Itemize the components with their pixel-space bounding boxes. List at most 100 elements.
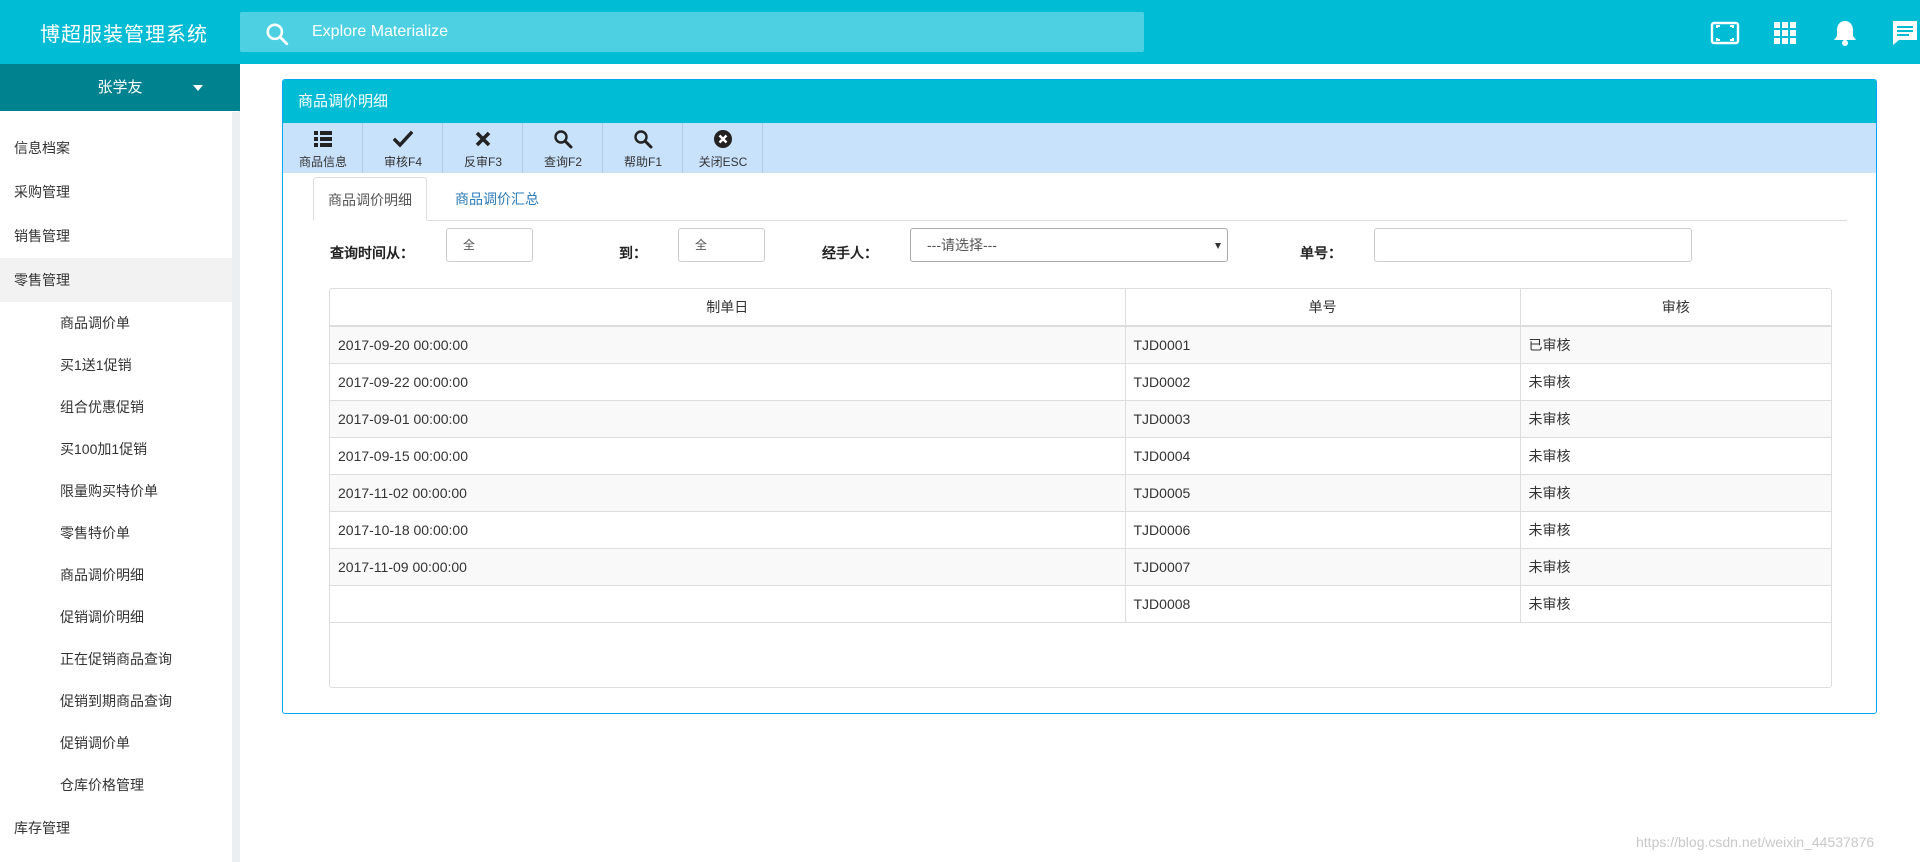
table-header-row: 制单日 单号 审核 xyxy=(330,289,1831,327)
table-row[interactable]: 2017-11-09 00:00:00 TJD0007 未审核 xyxy=(330,548,1831,586)
search-input[interactable]: Explore Materialize xyxy=(312,12,448,52)
unapprove-button[interactable]: 反审F3 xyxy=(443,123,523,173)
user-name: 张学友 xyxy=(97,79,143,96)
to-date-input[interactable]: 全 xyxy=(678,228,765,262)
sidebar-subitem[interactable]: 买100加1促销 xyxy=(0,428,232,470)
watermark: https://blog.csdn.net/weixin_44537876 xyxy=(1636,834,1875,850)
top-bar: 博超服装管理系统 Explore Materialize xyxy=(0,0,1920,64)
sidebar-item-info-archive[interactable]: 信息档案 xyxy=(0,126,232,170)
cell-approval: 未审核 xyxy=(1520,585,1831,623)
approve-button[interactable]: 审核F4 xyxy=(363,123,443,173)
from-date-input[interactable]: 全 xyxy=(446,228,533,262)
sidebar-menu: 信息档案 采购管理 销售管理 零售管理 商品调价单 买1送1促销 组合优惠促销 … xyxy=(0,126,232,850)
search-icon xyxy=(634,130,653,149)
panel-title: 商品调价明细 xyxy=(283,80,1876,123)
sidebar-subitem[interactable]: 促销调价明细 xyxy=(0,596,232,638)
cell-number: TJD0004 xyxy=(1125,437,1521,475)
cell-date: 2017-11-09 00:00:00 xyxy=(330,548,1126,586)
check-icon xyxy=(393,130,413,148)
cell-number: TJD0002 xyxy=(1125,363,1521,401)
query-button[interactable]: 查询F2 xyxy=(523,123,603,173)
tab-bar: 商品调价明细 商品调价汇总 xyxy=(313,177,1847,221)
sidebar-subitem[interactable]: 正在促销商品查询 xyxy=(0,638,232,680)
sidebar-item-sales[interactable]: 销售管理 xyxy=(0,214,232,258)
cell-approval: 已审核 xyxy=(1520,326,1831,364)
cell-date: 2017-11-02 00:00:00 xyxy=(330,474,1126,512)
column-header-number[interactable]: 单号 xyxy=(1125,289,1521,327)
sidebar-subitem[interactable]: 商品调价单 xyxy=(0,302,232,344)
user-dropdown[interactable]: 张学友 xyxy=(0,64,240,111)
cell-approval: 未审核 xyxy=(1520,437,1831,475)
data-table: 制单日 单号 审核 2017-09-20 00:00:00 TJD0001 已审… xyxy=(329,288,1832,688)
handler-select[interactable]: ---请选择--- xyxy=(910,228,1228,262)
cell-date: 2017-09-01 00:00:00 xyxy=(330,400,1126,438)
handler-select-value: ---请选择--- xyxy=(927,237,997,253)
order-number-input[interactable] xyxy=(1374,228,1692,262)
close-button[interactable]: 关闭ESC xyxy=(683,123,763,173)
toolbar-label: 关闭ESC xyxy=(698,155,748,169)
column-header-date[interactable]: 制单日 xyxy=(330,289,1126,327)
sidebar-item-inventory[interactable]: 库存管理 xyxy=(0,806,232,850)
cell-number: TJD0005 xyxy=(1125,474,1521,512)
toolbar-label: 反审F3 xyxy=(463,155,502,169)
sidebar: 张学友 信息档案 采购管理 销售管理 零售管理 商品调价单 买1送1促销 组合优… xyxy=(0,64,240,862)
sidebar-subitem[interactable]: 组合优惠促销 xyxy=(0,386,232,428)
column-header-approval[interactable]: 审核 xyxy=(1520,289,1831,327)
cell-approval: 未审核 xyxy=(1520,363,1831,401)
sidebar-subitem[interactable]: 商品调价明细 xyxy=(0,554,232,596)
toolbar-label: 商品信息 xyxy=(298,155,347,169)
table-row[interactable]: 2017-09-01 00:00:00 TJD0003 未审核 xyxy=(330,400,1831,438)
cell-number: TJD0003 xyxy=(1125,400,1521,438)
toolbar-label: 查询F2 xyxy=(543,155,582,169)
product-info-button[interactable]: 商品信息 xyxy=(283,123,363,173)
tab-price-adjust-summary[interactable]: 商品调价汇总 xyxy=(441,177,553,221)
cell-date xyxy=(330,585,1126,623)
cell-date: 2017-09-22 00:00:00 xyxy=(330,363,1126,401)
toolbar-label: 审核F4 xyxy=(383,155,422,169)
table-row[interactable]: 2017-09-20 00:00:00 TJD0001 已审核 xyxy=(330,326,1831,364)
dropdown-arrow-icon xyxy=(1215,243,1221,249)
sidebar-subitem[interactable]: 限量购买特价单 xyxy=(0,470,232,512)
sidebar-subitem[interactable]: 促销到期商品查询 xyxy=(0,680,232,722)
sidebar-subitem[interactable]: 仓库价格管理 xyxy=(0,764,232,806)
sidebar-item-retail[interactable]: 零售管理 xyxy=(0,258,232,302)
cell-date: 2017-09-20 00:00:00 xyxy=(330,326,1126,364)
chat-icon[interactable] xyxy=(1890,18,1920,48)
from-date-label: 查询时间从： xyxy=(330,245,414,261)
notifications-icon[interactable] xyxy=(1830,18,1860,48)
toolbar: 商品信息 审核F4 反审F3 查询F2 帮助F1 关闭ESC xyxy=(283,123,1876,173)
sidebar-scrollbar[interactable] xyxy=(232,112,240,862)
help-button[interactable]: 帮助F1 xyxy=(603,123,683,173)
order-number-label: 单号： xyxy=(1300,245,1342,261)
app-title: 博超服装管理系统 xyxy=(40,22,208,46)
sidebar-subitem[interactable]: 买1送1促销 xyxy=(0,344,232,386)
sidebar-subitem[interactable]: 促销调价单 xyxy=(0,722,232,764)
chevron-down-icon xyxy=(193,85,203,91)
cell-number: TJD0001 xyxy=(1125,326,1521,364)
cell-date: 2017-09-15 00:00:00 xyxy=(330,437,1126,475)
cell-approval: 未审核 xyxy=(1520,548,1831,586)
cell-date: 2017-10-18 00:00:00 xyxy=(330,511,1126,549)
cell-number: TJD0007 xyxy=(1125,548,1521,586)
search-icon xyxy=(266,23,289,46)
fullscreen-icon[interactable] xyxy=(1710,18,1740,48)
search-bar[interactable]: Explore Materialize xyxy=(240,12,1144,52)
cell-number: TJD0008 xyxy=(1125,585,1521,623)
cell-approval: 未审核 xyxy=(1520,474,1831,512)
table-row[interactable]: 2017-10-18 00:00:00 TJD0006 未审核 xyxy=(330,511,1831,549)
toolbar-label: 帮助F1 xyxy=(623,155,662,169)
apps-icon[interactable] xyxy=(1770,18,1800,48)
cell-approval: 未审核 xyxy=(1520,511,1831,549)
main-panel: 商品调价明细 商品信息 审核F4 反审F3 查询F2 帮助F1 关闭ESC 商品… xyxy=(282,79,1877,714)
search-icon xyxy=(554,130,573,149)
sidebar-subitem[interactable]: 零售特价单 xyxy=(0,512,232,554)
table-row[interactable]: TJD0008 未审核 xyxy=(330,585,1831,623)
table-row[interactable]: 2017-11-02 00:00:00 TJD0005 未审核 xyxy=(330,474,1831,512)
table-row[interactable]: 2017-09-15 00:00:00 TJD0004 未审核 xyxy=(330,437,1831,475)
tab-price-adjust-detail[interactable]: 商品调价明细 xyxy=(313,177,427,221)
sidebar-item-purchase[interactable]: 采购管理 xyxy=(0,170,232,214)
close-circle-icon xyxy=(714,130,732,148)
table-row[interactable]: 2017-09-22 00:00:00 TJD0002 未审核 xyxy=(330,363,1831,401)
to-date-label: 到： xyxy=(619,245,647,261)
x-icon xyxy=(475,131,491,147)
